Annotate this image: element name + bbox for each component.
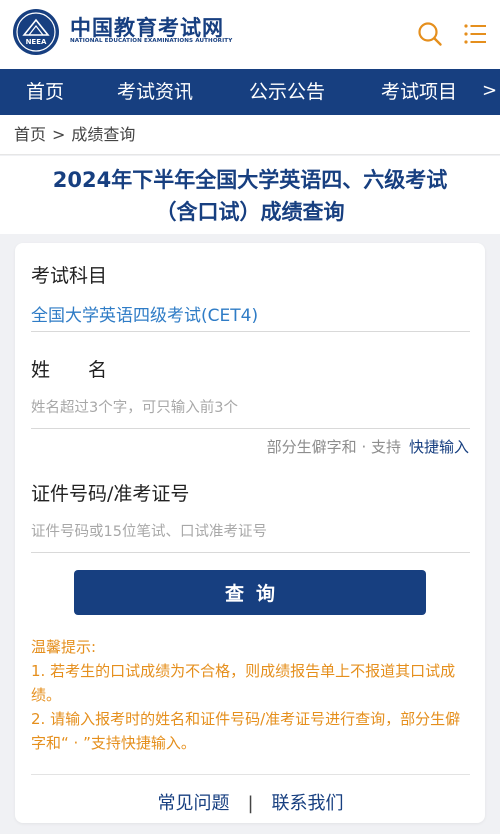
nav-item-exam-projects[interactable]: 考试项目 bbox=[381, 69, 457, 115]
subject-divider bbox=[31, 331, 470, 332]
breadcrumb-separator: > bbox=[52, 125, 66, 144]
tips-title: 温馨提示: bbox=[31, 638, 97, 656]
name-input[interactable] bbox=[31, 393, 470, 423]
logo-emblem-text: NEEA bbox=[26, 38, 47, 46]
footer-divider: | bbox=[247, 793, 254, 814]
name-hint: 部分生僻字和 · 支持 快捷输入 bbox=[267, 436, 469, 457]
page-title-area: 2024年下半年全国大学英语四、六级考试 （含口试）成绩查询 bbox=[0, 156, 500, 234]
quick-input-link[interactable]: 快捷输入 bbox=[409, 438, 469, 456]
id-divider bbox=[31, 552, 470, 553]
neea-logo-icon[interactable]: NEEA bbox=[12, 8, 60, 56]
subject-select[interactable]: 全国大学英语四级考试(CET4) bbox=[31, 301, 258, 326]
id-number-input[interactable] bbox=[31, 517, 470, 547]
nav-item-announcements[interactable]: 公示公告 bbox=[249, 69, 325, 115]
breadcrumb-current: 成绩查询 bbox=[71, 125, 136, 144]
query-form-card: 考试科目 全国大学英语四级考试(CET4) 姓 名 部分生僻字和 · 支持快捷输… bbox=[15, 243, 485, 823]
tips-section: 温馨提示: 1. 若考生的口试成绩为不合格，则成绩报告单上不报道其口试成绩。 2… bbox=[31, 635, 471, 755]
page-title-line1: 2024年下半年全国大学英语四、六级考试 bbox=[52, 168, 448, 192]
nav-item-home[interactable]: 首页 bbox=[26, 69, 64, 115]
nav-more-arrow-icon[interactable]: > bbox=[482, 69, 497, 115]
name-hint-text: 部分生僻字和 · 支持 bbox=[266, 438, 401, 456]
subject-label: 考试科目 bbox=[31, 265, 108, 287]
nav-item-exam-news[interactable]: 考试资讯 bbox=[117, 69, 193, 115]
site-header: NEEA 中国教育考试网 NATIONAL EDUCATION EXAMINAT… bbox=[0, 0, 500, 69]
tips-item-1: 1. 若考生的口试成绩为不合格，则成绩报告单上不报道其口试成绩。 bbox=[31, 662, 456, 704]
contact-link[interactable]: 联系我们 bbox=[272, 793, 344, 814]
search-icon[interactable] bbox=[417, 21, 443, 47]
faq-link[interactable]: 常见问题 bbox=[157, 793, 229, 814]
name-divider bbox=[31, 428, 470, 429]
site-logo-subtitle: NATIONAL EDUCATION EXAMINATIONS AUTHORIT… bbox=[70, 38, 233, 44]
id-label: 证件号码/准考证号 bbox=[31, 483, 190, 505]
query-button[interactable]: 查询 bbox=[74, 570, 426, 615]
tips-item-2: 2. 请输入报考时的姓名和证件号码/准考证号进行查询，部分生僻字和“ · ”支持… bbox=[31, 710, 461, 752]
menu-icon[interactable] bbox=[463, 22, 487, 46]
breadcrumb: 首页 > 成绩查询 bbox=[0, 115, 500, 155]
footer-links: 常见问题 | 联系我们 bbox=[31, 774, 470, 815]
page-title-line2: （含口试）成绩查询 bbox=[155, 200, 345, 224]
main-nav: 首页 考试资讯 公示公告 考试项目 > bbox=[0, 69, 500, 115]
name-label: 姓 名 bbox=[31, 359, 108, 381]
breadcrumb-home[interactable]: 首页 bbox=[14, 125, 46, 144]
